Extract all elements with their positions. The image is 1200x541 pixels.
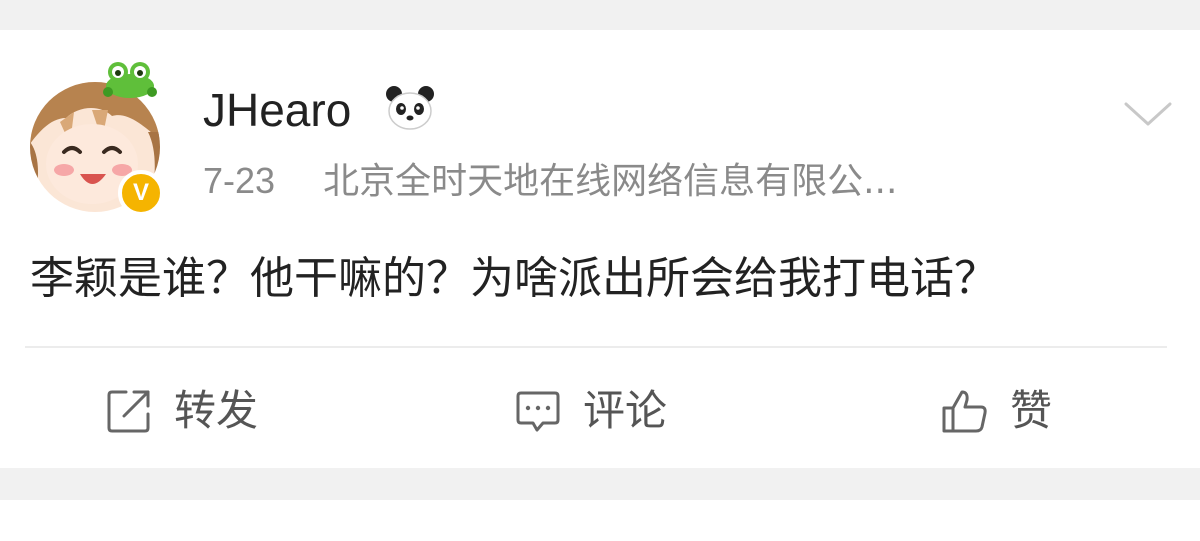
frog-ornament-icon	[103, 62, 157, 98]
comment-button[interactable]: 评论	[513, 383, 667, 439]
chevron-down-icon[interactable]	[1122, 96, 1174, 132]
username[interactable]: JHearo	[203, 82, 351, 138]
like-icon	[942, 390, 987, 433]
post-time: 7-23	[203, 160, 276, 201]
verified-badge: V	[118, 170, 164, 216]
comment-label: 评论	[583, 386, 668, 435]
comment-icon	[516, 391, 560, 432]
repost-label: 转发	[174, 386, 259, 435]
next-card-edge	[0, 500, 1200, 541]
repost-icon	[107, 390, 150, 433]
post-source[interactable]: 北京全时天地在线网络信息有限公...	[323, 161, 897, 202]
like-button[interactable]: 赞	[940, 383, 1052, 439]
panda-icon	[386, 86, 434, 130]
divider	[25, 346, 1167, 348]
post-meta: 7-23 北京全时天地在线网络信息有限公...	[203, 158, 897, 205]
like-label: 赞	[1010, 386, 1053, 435]
post-text: 李颖是谁？他干嘛的？为啥派出所会给我打电话？	[30, 253, 998, 304]
repost-button[interactable]: 转发	[104, 383, 258, 439]
